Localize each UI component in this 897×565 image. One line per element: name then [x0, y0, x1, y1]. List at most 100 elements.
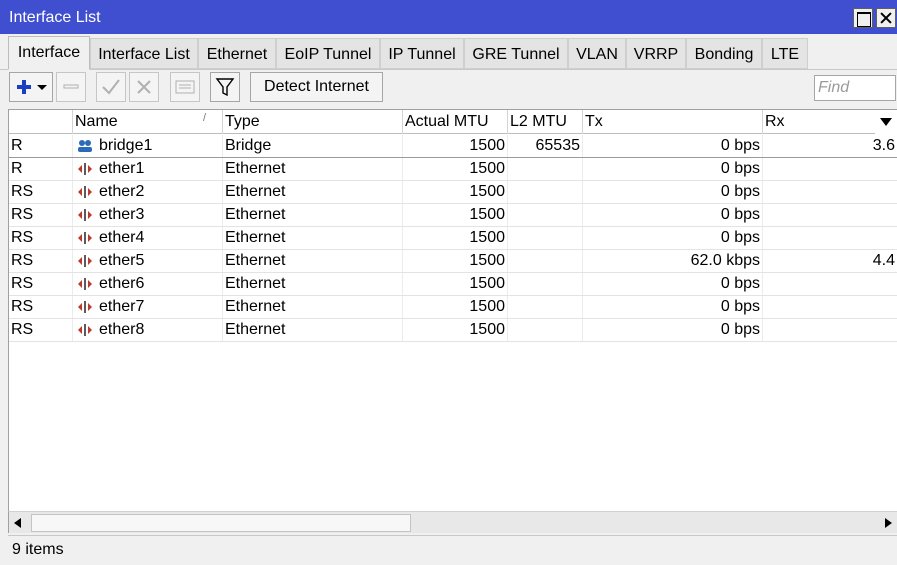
cell-tx: 0 bps: [583, 181, 763, 203]
cell-type: Ethernet: [223, 296, 403, 318]
interface-name: ether7: [99, 298, 145, 315]
tab-gre-tunnel[interactable]: GRE Tunnel: [464, 38, 568, 69]
tab-lte[interactable]: LTE: [762, 38, 808, 69]
cell-l2mtu: [508, 273, 583, 295]
window-title: Interface List: [9, 9, 101, 26]
cell-tx: 0 bps: [583, 273, 763, 295]
cell-rx: 4.4: [763, 250, 897, 272]
cell-flags: RS: [9, 296, 73, 318]
tab-vrrp[interactable]: VRRP: [626, 38, 686, 69]
tab-vlan[interactable]: VLAN: [568, 38, 626, 69]
cell-name: ether2: [73, 181, 223, 203]
cell-name: ether3: [73, 204, 223, 226]
ethernet-icon: [78, 163, 92, 175]
cell-flags: R: [9, 158, 73, 180]
cell-tx: 0 bps: [583, 135, 763, 157]
column-l2-mtu[interactable]: L2 MTU: [508, 110, 583, 134]
cell-type: Ethernet: [223, 273, 403, 295]
cell-l2mtu: [508, 158, 583, 180]
scroll-right-icon[interactable]: [877, 512, 897, 533]
scrollbar-thumb[interactable]: [31, 514, 411, 532]
horizontal-scrollbar[interactable]: [8, 511, 897, 533]
cell-name: ether1: [73, 158, 223, 180]
cell-type: Ethernet: [223, 181, 403, 203]
cell-name: ether7: [73, 296, 223, 318]
interface-name: ether2: [99, 183, 145, 200]
column-name[interactable]: Name: [73, 110, 223, 134]
tab-interface[interactable]: Interface: [8, 36, 90, 70]
cell-name: bridge1: [73, 135, 223, 157]
column-actual-mtu[interactable]: Actual MTU: [403, 110, 508, 134]
tab-eoip-tunnel[interactable]: EoIP Tunnel: [276, 38, 380, 69]
cell-l2mtu: [508, 250, 583, 272]
interface-name: ether6: [99, 275, 145, 292]
cell-tx: 0 bps: [583, 319, 763, 341]
interface-list-window: Interface List Interface Interface List …: [0, 0, 897, 565]
cell-mtu: 1500: [403, 158, 508, 180]
column-menu-icon[interactable]: [875, 110, 897, 134]
scroll-left-icon[interactable]: [9, 512, 29, 533]
remove-button[interactable]: [56, 72, 86, 102]
cell-type: Ethernet: [223, 204, 403, 226]
tab-ethernet[interactable]: Ethernet: [198, 38, 276, 69]
cell-mtu: 1500: [403, 135, 508, 157]
cell-flags: RS: [9, 204, 73, 226]
cell-name: ether8: [73, 319, 223, 341]
interface-name: ether5: [99, 252, 145, 269]
find-input[interactable]: [814, 75, 896, 101]
cell-rx: [763, 273, 897, 295]
cell-rx: [763, 227, 897, 249]
disable-button[interactable]: [129, 72, 159, 102]
table-row[interactable]: RS ether7 Ethernet 1500 0 bps: [9, 296, 897, 319]
enable-button[interactable]: [96, 72, 126, 102]
cell-rx: [763, 319, 897, 341]
table-row[interactable]: RS ether3 Ethernet 1500 0 bps: [9, 204, 897, 227]
column-rx[interactable]: Rx: [763, 110, 875, 134]
comment-button[interactable]: [170, 72, 200, 102]
cell-name: ether6: [73, 273, 223, 295]
interface-name: bridge1: [99, 137, 153, 154]
tab-ip-tunnel[interactable]: IP Tunnel: [380, 38, 464, 69]
comment-icon: [175, 80, 195, 94]
cell-tx: 0 bps: [583, 227, 763, 249]
close-icon[interactable]: [876, 8, 896, 28]
cell-l2mtu: 65535: [508, 135, 583, 157]
tab-bonding[interactable]: Bonding: [686, 38, 762, 69]
table-row[interactable]: Rbridge1 Bridge 1500 65535 0 bps 3.6: [9, 135, 897, 158]
cell-mtu: 1500: [403, 296, 508, 318]
tab-interface-list[interactable]: Interface List: [90, 38, 198, 69]
chevron-down-icon: [37, 85, 47, 90]
cell-type: Ethernet: [223, 227, 403, 249]
column-type[interactable]: Type: [223, 110, 403, 134]
detect-internet-button[interactable]: Detect Internet: [250, 72, 383, 102]
check-icon: [102, 79, 120, 95]
table-row[interactable]: RS ether5 Ethernet 1500 62.0 kbps 4.4: [9, 250, 897, 273]
sort-indicator-icon: /: [203, 112, 207, 124]
column-tx[interactable]: Tx: [583, 110, 763, 134]
table-row[interactable]: Rether1 Ethernet 1500 0 bps: [9, 158, 897, 181]
cell-type: Ethernet: [223, 250, 403, 272]
table-row[interactable]: RS ether8 Ethernet 1500 0 bps: [9, 319, 897, 342]
table-row[interactable]: RS ether2 Ethernet 1500 0 bps: [9, 181, 897, 204]
cell-l2mtu: [508, 181, 583, 203]
interface-name: ether8: [99, 321, 145, 338]
item-count: 9 items: [12, 541, 64, 558]
add-button[interactable]: [9, 72, 53, 102]
table-row[interactable]: RS ether6 Ethernet 1500 0 bps: [9, 273, 897, 296]
cell-rx: [763, 181, 897, 203]
cross-icon: [137, 80, 151, 94]
title-bar[interactable]: Interface List: [0, 0, 897, 34]
maximize-icon[interactable]: [853, 8, 873, 28]
cell-l2mtu: [508, 319, 583, 341]
cell-mtu: 1500: [403, 204, 508, 226]
filter-button[interactable]: [210, 72, 240, 102]
cell-tx: 0 bps: [583, 204, 763, 226]
cell-l2mtu: [508, 204, 583, 226]
tab-divider: [0, 69, 897, 70]
cell-flags: RS: [9, 250, 73, 272]
column-flags[interactable]: [9, 110, 73, 134]
cell-mtu: 1500: [403, 273, 508, 295]
cell-mtu: 1500: [403, 250, 508, 272]
table-row[interactable]: RS ether4 Ethernet 1500 0 bps: [9, 227, 897, 250]
cell-tx: 62.0 kbps: [583, 250, 763, 272]
